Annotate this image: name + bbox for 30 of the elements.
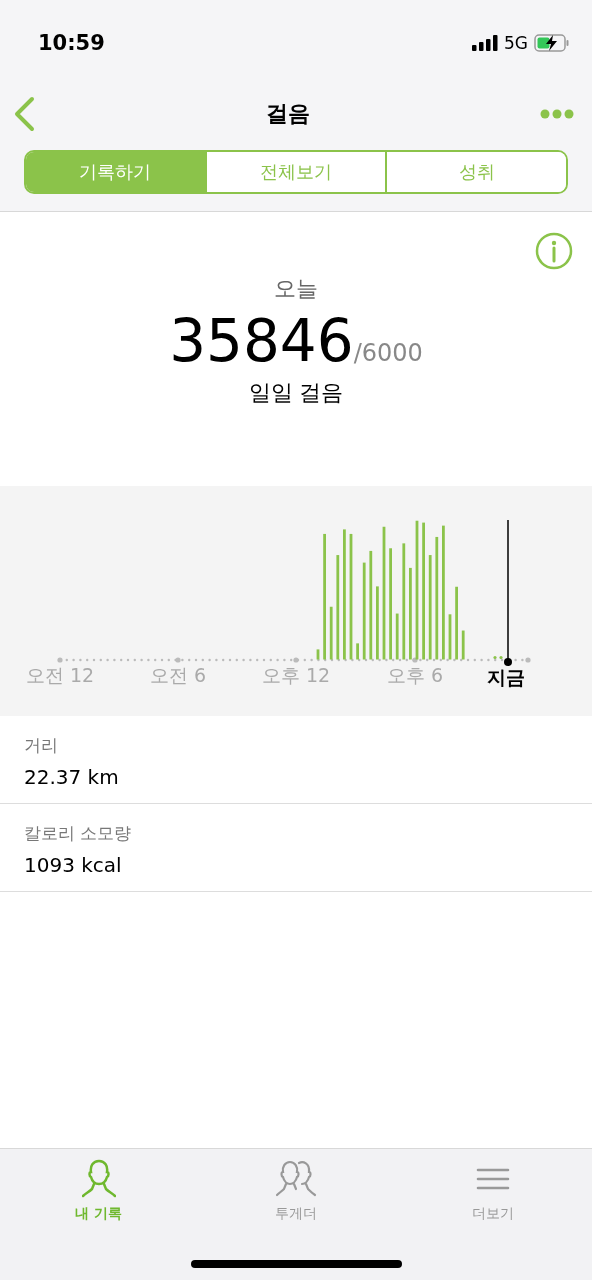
segment-tab[interactable]: 성취 [385,152,566,192]
time-label: 오후 12 [261,663,331,688]
battery-icon [534,34,570,52]
step-goal: /6000 [353,339,423,367]
person-icon [81,1159,116,1199]
signal-icon [472,35,498,51]
period-label: 오늘 [274,275,318,303]
step-dots-drawing [493,655,503,660]
more-icon[interactable] [540,109,574,119]
time-label: 오전 6 [149,663,207,688]
people-icon [275,1159,317,1199]
tab-bar-item[interactable]: 더보기 [394,1149,592,1280]
tab-bar-item[interactable]: 투게더 [197,1149,395,1280]
stat-label: 거리 [24,734,59,757]
time-label: 오전 12 [25,663,95,688]
tab-bar-item[interactable]: 내 기록 [0,1149,198,1280]
segment-tab[interactable]: 전체보기 [204,152,386,192]
time-label: 오후 6 [386,663,444,688]
segment-tab[interactable]: 기록하기 [26,152,205,192]
network-label: 5G [504,33,528,53]
stat-value: 1093 kcal [24,853,123,877]
now-label: 지금 [487,665,525,690]
steps-caption: 일일 걸음 [248,378,344,407]
status-time: 10:59 [38,31,105,55]
back-icon[interactable] [12,96,36,132]
info-icon[interactable] [535,232,573,270]
stat-value: 22.37 km [24,765,120,789]
page-title: 걸음 [266,100,310,128]
step-count: 35846 [169,310,354,374]
stat-label: 칼로리 소모량 [24,822,133,845]
